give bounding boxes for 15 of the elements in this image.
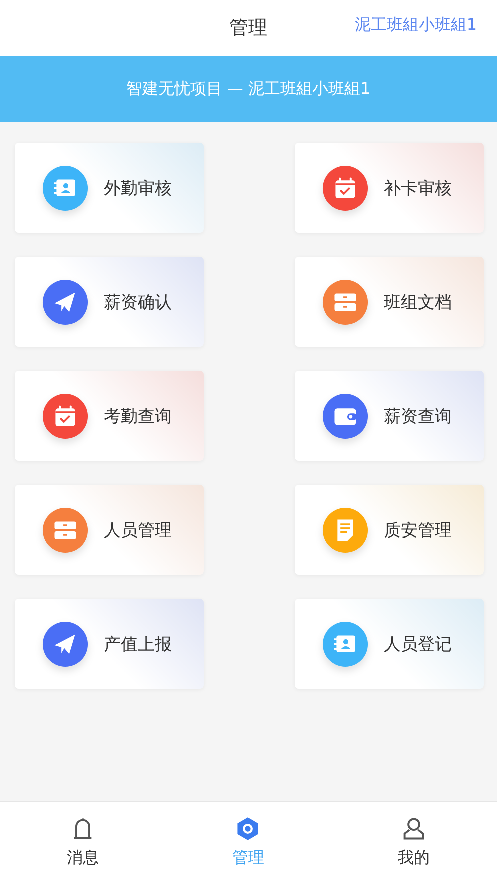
menu-tile[interactable]: 补卡审核: [295, 143, 484, 233]
hexagon-icon: [235, 816, 262, 842]
page-title: 管理: [230, 16, 268, 41]
project-banner: 智建无忧项目 — 泥工班組小班組1: [0, 56, 497, 122]
tab-bar-item[interactable]: 消息: [22, 802, 143, 883]
menu-tile[interactable]: 产值上报: [15, 599, 204, 689]
menu-tile[interactable]: 人员登记: [295, 599, 484, 689]
menu-tile[interactable]: 班组文档: [295, 257, 484, 347]
tab-bar-item[interactable]: 我的: [354, 802, 474, 883]
menu-tile[interactable]: 考勤查询: [15, 371, 204, 461]
menu-tile[interactable]: 质安管理: [295, 485, 484, 575]
menu-tile[interactable]: 人员管理: [15, 485, 204, 575]
menu-tile[interactable]: 薪资查询: [295, 371, 484, 461]
menu-tile[interactable]: 薪资确认: [15, 257, 204, 347]
menu-tile[interactable]: 外勤审核: [15, 143, 204, 233]
